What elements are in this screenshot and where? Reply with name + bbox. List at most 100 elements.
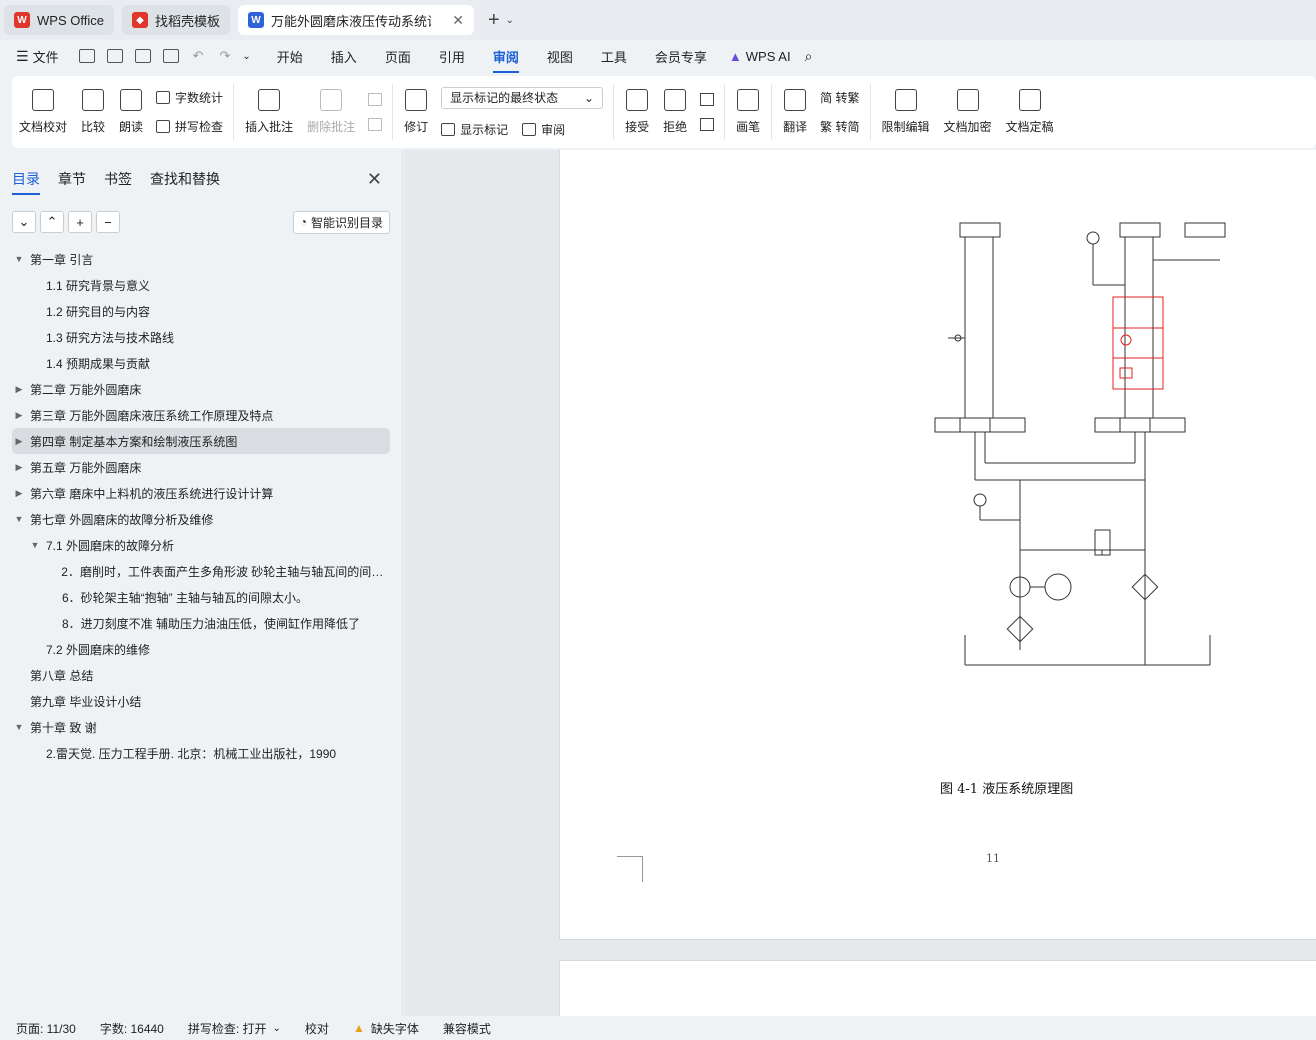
toc-item[interactable]: ▼ 第七章 外圆磨床的故障分析及维修 bbox=[12, 506, 390, 532]
encrypt-button[interactable]: 文档加密 bbox=[937, 76, 999, 148]
caret-right-icon[interactable]: ▶ bbox=[12, 436, 26, 447]
word-doc-icon: W bbox=[247, 12, 264, 28]
to-simplified-button[interactable]: 繁 转简 bbox=[820, 118, 859, 135]
caret-down-icon[interactable]: ▼ bbox=[12, 722, 26, 732]
translate-button[interactable]: 翻译 bbox=[776, 76, 814, 148]
caret-down-icon[interactable]: ▼ bbox=[12, 514, 26, 524]
close-tab-icon[interactable]: ✕ bbox=[452, 12, 464, 29]
export-icon[interactable] bbox=[106, 49, 123, 63]
finalize-button[interactable]: 文档定稿 bbox=[999, 76, 1061, 148]
toc-item[interactable]: 第八章 总结 bbox=[12, 662, 390, 688]
word-count-button[interactable]: 字数统计 bbox=[156, 89, 223, 106]
collapse-up-icon[interactable]: ⌃ bbox=[40, 211, 64, 233]
caret-down-icon[interactable]: ▼ bbox=[12, 254, 26, 264]
toc-item[interactable]: 7.2 外圆磨床的维修 bbox=[12, 636, 390, 662]
page-indicator[interactable]: 页面: 11/30 bbox=[16, 1020, 76, 1037]
wps-ai-button[interactable]: WPS AI bbox=[746, 49, 791, 64]
toc-item[interactable]: ▶ 第五章 万能外圆磨床 bbox=[12, 454, 390, 480]
toc-item[interactable]: ▶ 第六章 磨床中上料机的液压系统进行设计计算 bbox=[12, 480, 390, 506]
accept-label: 接受 bbox=[625, 120, 650, 134]
menu-review[interactable]: 审阅 bbox=[492, 47, 519, 73]
menu-tools[interactable]: 工具 bbox=[601, 47, 627, 66]
caret-right-icon[interactable]: ▶ bbox=[12, 462, 26, 473]
reject-icon bbox=[664, 89, 687, 111]
prev-change-icon[interactable] bbox=[700, 93, 715, 106]
expand-down-icon[interactable]: ⌄ bbox=[12, 211, 36, 233]
document-page: 图 4-1 液压系统原理图 11 bbox=[559, 150, 1316, 940]
next-change-icon[interactable] bbox=[700, 118, 715, 131]
caret-down-icon[interactable]: ▼ bbox=[28, 540, 42, 550]
pen-button[interactable]: 画笔 bbox=[729, 76, 767, 148]
add-heading-icon[interactable]: + bbox=[68, 211, 92, 233]
toc-item[interactable]: 1.3 研究方法与技术路线 bbox=[12, 324, 390, 350]
prev-comment-icon[interactable] bbox=[368, 93, 383, 106]
file-menu[interactable]: 文件 bbox=[33, 47, 59, 66]
toc-item[interactable]: 1.4 预期成果与贡献 bbox=[12, 350, 390, 376]
accept-button[interactable]: 接受 bbox=[618, 76, 656, 148]
reject-button[interactable]: 拒绝 bbox=[656, 76, 694, 148]
new-tab-icon[interactable]: + bbox=[488, 9, 500, 32]
toc-item[interactable]: ▶ 第四章 制定基本方案和绘制液压系统图 bbox=[12, 428, 390, 454]
read-aloud-button[interactable]: 朗读 bbox=[112, 76, 150, 148]
menu-icon[interactable]: ☰ bbox=[16, 48, 29, 65]
next-comment-icon[interactable] bbox=[368, 118, 383, 131]
search-icon[interactable]: ⌕ bbox=[805, 48, 813, 65]
next-page bbox=[559, 960, 1316, 1016]
smart-toc-button[interactable]: ◔ 智能识别目录 bbox=[292, 210, 390, 234]
delete-comment-button[interactable]: 删除批注 bbox=[300, 76, 362, 148]
tab-toc[interactable]: 目录 bbox=[12, 169, 40, 195]
markup-state-dropdown[interactable]: 显示标记的最终状态 ⌄ bbox=[441, 86, 604, 109]
print-icon[interactable] bbox=[134, 49, 151, 63]
chevron-down-icon[interactable]: ⌄ bbox=[242, 51, 250, 62]
caret-right-icon[interactable]: ▶ bbox=[12, 488, 26, 499]
spellcheck-status[interactable]: 拼写检查: 打开 ⌄ bbox=[188, 1020, 281, 1037]
toc-item[interactable]: ▼ 第一章 引言 bbox=[12, 246, 390, 272]
toc-item[interactable]: ▶ 第三章 万能外圆磨床液压系统工作原理及特点 bbox=[12, 402, 390, 428]
toc-item[interactable]: 1.2 研究目的与内容 bbox=[12, 298, 390, 324]
proofread-status[interactable]: 校对 bbox=[305, 1020, 329, 1037]
menu-page[interactable]: 页面 bbox=[385, 47, 411, 66]
tab-chapters[interactable]: 章节 bbox=[58, 169, 86, 189]
missing-font-status[interactable]: ▲ 缺失字体 bbox=[353, 1020, 419, 1037]
undo-icon[interactable]: ↶ bbox=[193, 48, 204, 64]
toc-item[interactable]: 1.1 研究背景与意义 bbox=[12, 272, 390, 298]
menu-references[interactable]: 引用 bbox=[439, 47, 465, 66]
divider bbox=[771, 84, 773, 140]
tab-bookmarks[interactable]: 书签 bbox=[104, 169, 132, 189]
toc-item[interactable]: ▼ 第十章 致 谢 bbox=[12, 714, 390, 740]
proofread-button[interactable]: 文档校对 bbox=[12, 76, 74, 148]
chevron-down-icon[interactable]: ⌄ bbox=[506, 15, 514, 26]
menu-home[interactable]: 开始 bbox=[277, 47, 303, 66]
toc-item[interactable]: ▶ 第二章 万能外圆磨床 bbox=[12, 376, 390, 402]
show-markup-button[interactable]: 显示标记 bbox=[460, 121, 508, 138]
tab-find-replace[interactable]: 查找和替换 bbox=[150, 169, 220, 189]
word-count-status[interactable]: 字数: 16440 bbox=[100, 1020, 164, 1037]
toc-item[interactable]: 第九章 毕业设计小结 bbox=[12, 688, 390, 714]
to-traditional-button[interactable]: 简 转繁 bbox=[820, 89, 859, 106]
tab-template[interactable]: ◆ 找稻壳模板 bbox=[121, 5, 230, 35]
caret-right-icon[interactable]: ▶ bbox=[12, 384, 26, 395]
toc-item[interactable]: 6．砂轮架主轴“抱轴” 主轴与轴瓦的间隙太小。 bbox=[12, 584, 390, 610]
caret-right-icon[interactable]: ▶ bbox=[12, 410, 26, 421]
compare-button[interactable]: 比较 bbox=[74, 76, 112, 148]
menu-view[interactable]: 视图 bbox=[547, 47, 573, 66]
close-icon[interactable]: ✕ bbox=[367, 169, 382, 190]
print-preview-icon[interactable] bbox=[162, 49, 179, 63]
spellcheck-button[interactable]: 拼写检查 bbox=[156, 118, 223, 135]
toc-item[interactable]: 2.雷天觉. 压力工程手册. 北京：机械工业出版社，1990 bbox=[12, 740, 390, 766]
toc-item[interactable]: ▼ 7.1 外圆磨床的故障分析 bbox=[12, 532, 390, 558]
menu-insert[interactable]: 插入 bbox=[331, 47, 357, 66]
toc-item[interactable]: 2．磨削时，工件表面产生多角形波 砂轮主轴与轴瓦间的间隙过大 bbox=[12, 558, 390, 584]
restrict-edit-button[interactable]: 限制编辑 bbox=[875, 76, 937, 148]
save-icon[interactable] bbox=[78, 49, 95, 63]
tab-document[interactable]: W 万能外圆磨床液压传动系统设计 ✕ bbox=[237, 5, 474, 35]
tab-wps-office[interactable]: W WPS Office bbox=[4, 5, 114, 35]
track-changes-button[interactable]: 修订 bbox=[397, 76, 435, 148]
remove-heading-icon[interactable]: − bbox=[96, 211, 120, 233]
redo-icon[interactable]: ↷ bbox=[219, 48, 230, 64]
toc-item[interactable]: 8．进刀刻度不准 辅助压力油油压低，使闸缸作用降低了 bbox=[12, 610, 390, 636]
review-pane-button[interactable]: 审阅 bbox=[541, 121, 565, 138]
menu-member[interactable]: 会员专享 bbox=[655, 47, 707, 66]
tab-label: 万能外圆磨床液压传动系统设计 bbox=[270, 13, 431, 29]
insert-comment-button[interactable]: 插入批注 bbox=[238, 76, 300, 148]
